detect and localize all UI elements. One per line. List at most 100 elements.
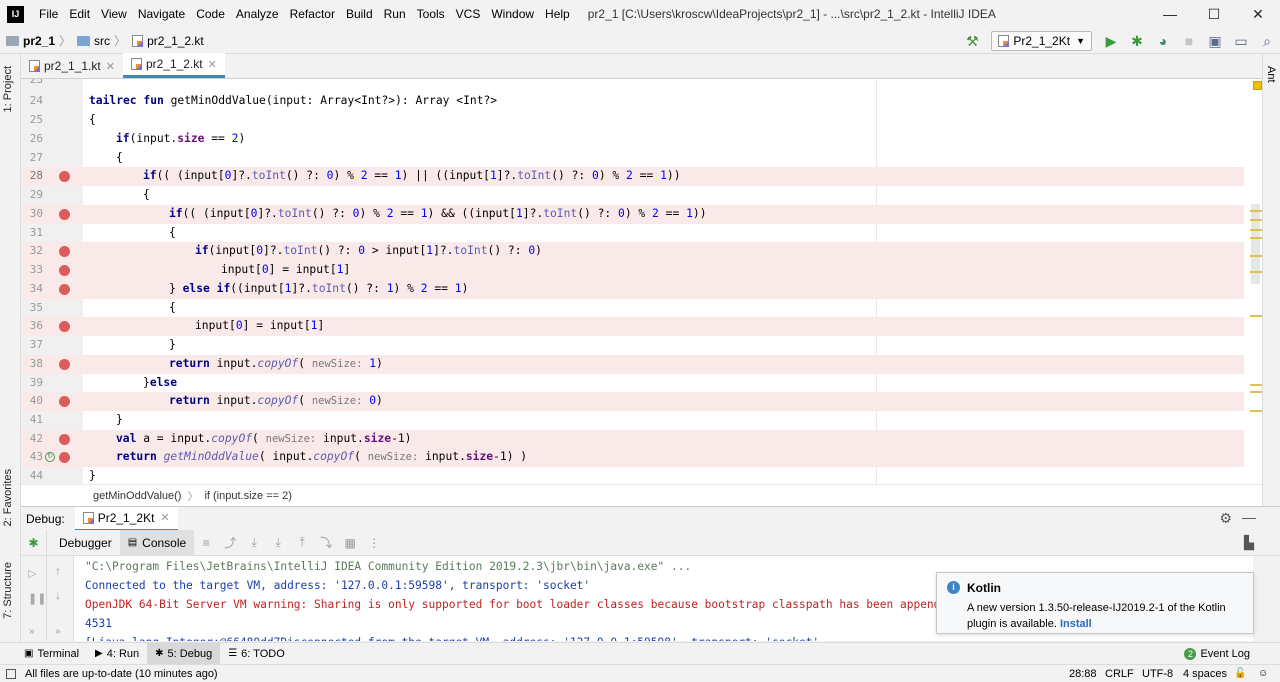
close-window-button[interactable]: ✕ [1236,0,1280,28]
menu-run[interactable]: Run [379,7,412,21]
down-arrow-icon[interactable]: ↓ [55,588,61,602]
breakpoint-icon[interactable] [59,452,70,463]
todo-tool-button[interactable]: ☰ 6: TODO [220,643,293,665]
warning-marker[interactable] [1250,384,1262,386]
debug-tool-button[interactable]: ✱ 5: Debug [147,642,221,665]
terminal-tool-button[interactable]: ▣ Terminal [16,643,87,665]
breakpoint-icon[interactable] [59,359,70,370]
resume-icon[interactable]: ▷ [28,567,36,580]
run-icon[interactable]: ▶ [1098,28,1124,54]
hide-icon[interactable]: — [1242,509,1256,525]
run-configuration-select[interactable]: Pr2_1_2Kt ▼ [991,31,1092,51]
warning-marker[interactable] [1250,237,1262,239]
breadcrumb-file[interactable]: pr2_1_2.kt [132,34,204,48]
editor-tab-pr2-1-1[interactable]: pr2_1_1.kt ✕ [21,54,123,78]
rerun-debug-icon[interactable]: ✱ [21,529,47,556]
breadcrumb-if[interactable]: if (input.size == 2) [204,490,291,502]
folder-icon [77,35,91,46]
step-into-icon[interactable]: ⤓ [266,531,290,555]
menu-navigate[interactable]: Navigate [133,7,191,21]
line-separator[interactable]: CRLF [1105,668,1134,680]
favorites-tool-tab[interactable]: 2: Favorites [2,469,14,526]
tab-debugger[interactable]: Debugger [51,530,120,556]
run-tool-button[interactable]: ▶ 4: Run [87,643,147,665]
gear-icon[interactable]: ⚙ [1219,510,1232,527]
tool-windows-icon[interactable] [6,668,16,679]
breakpoint-icon[interactable] [59,265,70,276]
navigation-bar: pr2_1 〉 src 〉 pr2_1_2.kt ⚒ Pr2_1_2Kt ▼ ▶… [0,28,1280,54]
menu-tools[interactable]: Tools [412,7,451,21]
warning-marker[interactable] [1250,271,1262,273]
menu-lines-icon[interactable]: ≡ [194,531,218,555]
menu-view[interactable]: View [96,7,133,21]
stop-icon[interactable]: ■ [1176,28,1202,54]
show-execution-point-icon[interactable]: ⤴ [218,531,242,555]
debug-session-tab[interactable]: Pr2_1_2Kt ✕ [74,506,178,531]
show-editor-icon[interactable]: ▭ [1228,28,1254,54]
more-icon[interactable]: » [29,626,35,637]
structure-tool-tab[interactable]: 7: Structure [2,562,14,619]
trace-icon[interactable]: ⋮ [362,531,386,555]
up-arrow-icon[interactable]: ↑ [55,564,61,578]
evaluate-expression-icon[interactable]: ▦ [338,531,362,555]
code-editor[interactable]: 23 24 tailrec fun getMinOddValue(input: … [21,79,1262,484]
search-everywhere-icon[interactable]: ⌕ [1254,28,1280,54]
step-over-icon[interactable]: ⤓ [242,531,266,555]
build-hammer-icon[interactable]: ⚒ [959,28,985,54]
close-tab-icon[interactable]: ✕ [160,511,169,524]
menu-window[interactable]: Window [486,7,540,21]
breakpoint-icon[interactable] [59,209,70,220]
menu-file[interactable]: File [34,7,64,21]
breadcrumb-function[interactable]: getMinOddValue() [93,490,181,502]
menu-analyze[interactable]: Analyze [231,7,285,21]
minimize-button[interactable]: — [1148,0,1192,28]
pause-icon[interactable]: ❚❚ [28,592,46,605]
step-out-icon[interactable]: ⤒ [290,531,314,555]
menu-build[interactable]: Build [341,7,379,21]
menu-vcs[interactable]: VCS [451,7,487,21]
breakpoint-icon[interactable] [59,396,70,407]
caret-position[interactable]: 28:88 [1069,668,1097,680]
warning-marker[interactable] [1250,229,1262,231]
menu-code[interactable]: Code [191,7,231,21]
layout-settings-icon[interactable]: ▙ [1244,535,1254,551]
lock-icon[interactable]: 🔓 [1234,668,1246,679]
warning-marker[interactable] [1250,410,1262,412]
breakpoint-icon[interactable] [59,321,70,332]
breakpoint-icon[interactable] [59,246,70,257]
breadcrumb-project[interactable]: pr2_1 〉 [6,32,71,49]
menu-refactor[interactable]: Refactor [285,7,341,21]
warning-marker[interactable] [1250,219,1262,221]
breadcrumb-src[interactable]: src 〉 [77,32,126,49]
breakpoint-icon[interactable] [59,284,70,295]
warning-status-icon[interactable] [1253,81,1262,90]
error-stripe[interactable] [1250,79,1262,484]
run-to-cursor-icon[interactable]: ⤵ [314,531,338,555]
inspector-icon[interactable]: ☺ [1258,668,1268,679]
file-encoding[interactable]: UTF-8 [1142,668,1173,680]
debug-bug-icon[interactable]: ✱ [1124,28,1150,54]
close-tab-icon[interactable]: ✕ [208,58,217,71]
project-tool-tab[interactable]: 1: Project [2,66,14,112]
warning-marker[interactable] [1250,391,1262,393]
warning-marker[interactable] [1250,210,1262,212]
tab-console[interactable]: ▤ Console [119,529,195,556]
menu-help[interactable]: Help [540,7,576,21]
debug-bug-icon: ✱ [155,648,164,659]
indent-setting[interactable]: 4 spaces [1183,668,1227,680]
breakpoint-icon[interactable] [59,171,70,182]
install-link[interactable]: Install [1060,618,1092,630]
warning-marker[interactable] [1250,255,1262,257]
close-tab-icon[interactable]: ✕ [106,60,115,73]
warning-marker[interactable] [1250,315,1262,317]
editor-tab-pr2-1-2[interactable]: pr2_1_2.kt ✕ [122,53,225,78]
ant-tool-tab[interactable]: Ant [1265,66,1277,83]
breakpoint-icon[interactable] [59,434,70,445]
more-icon[interactable]: » [55,626,61,637]
project-structure-icon[interactable]: ▣ [1202,28,1228,54]
right-tool-strip: Ant [1262,54,1280,506]
coverage-icon[interactable]: ◕ [1150,28,1176,54]
maximize-button[interactable]: ☐ [1192,0,1236,28]
event-log-button[interactable]: 2 Event Log [1176,643,1258,665]
menu-edit[interactable]: Edit [64,7,96,21]
